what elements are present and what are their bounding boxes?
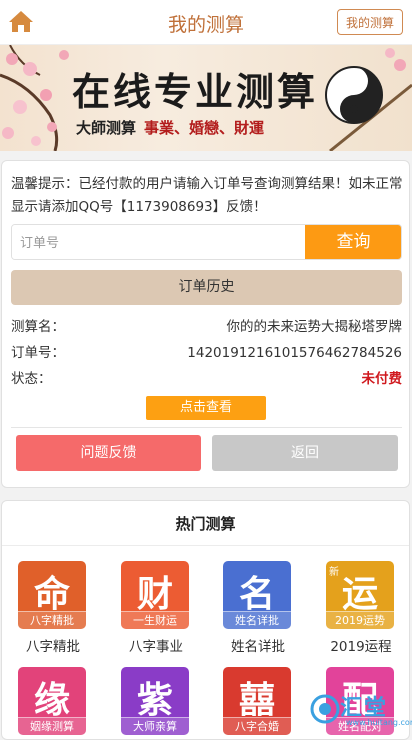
- feedback-button[interactable]: 问题反馈: [16, 435, 201, 471]
- fate-icon: 缘 姻缘测算: [18, 667, 86, 735]
- hot-item-label: 2019运程: [330, 639, 392, 655]
- calculation-name-value: 你的的未来运势大揭秘塔罗牌: [226, 319, 403, 335]
- watermark-logo: 汇堂 www.huitang.com: [306, 690, 412, 732]
- status-row: 状态： 未付费: [11, 368, 402, 390]
- watermark-url: www.huitang.com: [346, 718, 412, 727]
- double-happiness-icon: 囍 八字合婚: [223, 667, 291, 735]
- hot-item-label: 姓名详批: [231, 639, 285, 655]
- banner: 在线专业测算 大師测算 事業、婚戀、財運: [0, 45, 412, 151]
- order-search-box: 查询: [11, 224, 402, 260]
- banner-subtitle-master: 大師测算: [76, 119, 137, 137]
- top-bar: 我的测算 我的测算: [0, 0, 412, 45]
- divider: [11, 427, 402, 428]
- divider: [2, 545, 409, 546]
- bazi-icon: 命 八字精批: [18, 561, 86, 629]
- banner-subtitle-topics: 事業、婚戀、財運: [144, 119, 265, 137]
- watermark-icon: [310, 694, 340, 724]
- calculation-name-row: 测算名： 你的的未来运势大揭秘塔罗牌: [11, 316, 402, 338]
- ziwei-icon: 紫 大师亲算: [121, 667, 189, 735]
- section-title: 热门测算: [175, 515, 236, 533]
- banner-subtitle: 大師测算 事業、婚戀、財運: [76, 117, 264, 138]
- hot-item-label: 八字精批: [26, 639, 80, 655]
- field-label: 测算名：: [11, 319, 65, 335]
- fortune-icon: 新 运 2019运势: [326, 561, 394, 629]
- order-query-card: 温馨提示：已经付款的用户请输入订单号查询测算结果！如未正常显示请添加QQ号【11…: [1, 160, 410, 488]
- wealth-icon: 财 一生财运: [121, 561, 189, 629]
- name-icon: 名 姓名详批: [223, 561, 291, 629]
- hot-item-label: 八字事业: [129, 639, 183, 655]
- back-button[interactable]: 返回: [212, 435, 398, 471]
- status-badge: 未付费: [361, 371, 403, 387]
- banner-title: 在线专业测算: [72, 69, 319, 114]
- view-result-button[interactable]: 点击查看: [146, 396, 266, 420]
- order-history-button[interactable]: 订单历史: [11, 270, 402, 305]
- field-label: 订单号：: [11, 345, 65, 361]
- my-calculation-button[interactable]: 我的测算: [337, 9, 403, 35]
- order-number-row: 订单号： 14201912161015764627845​26: [11, 342, 402, 364]
- yin-yang-icon: [325, 66, 383, 124]
- query-button[interactable]: 查询: [305, 225, 401, 259]
- field-label: 状态：: [11, 371, 52, 387]
- notice-text: 温馨提示：已经付款的用户请输入订单号查询测算结果！如未正常显示请添加QQ号【11…: [11, 176, 403, 215]
- order-number-input[interactable]: [12, 225, 312, 259]
- order-number-value: 14201912161015764627845​26: [187, 345, 402, 361]
